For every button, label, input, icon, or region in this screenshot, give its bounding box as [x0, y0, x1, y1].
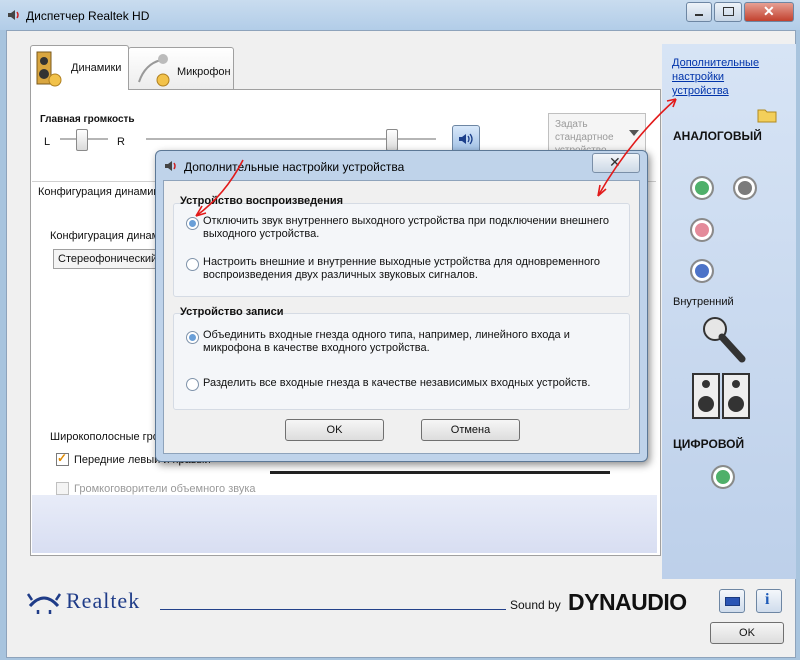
- annotation-arrows: [195, 98, 677, 217]
